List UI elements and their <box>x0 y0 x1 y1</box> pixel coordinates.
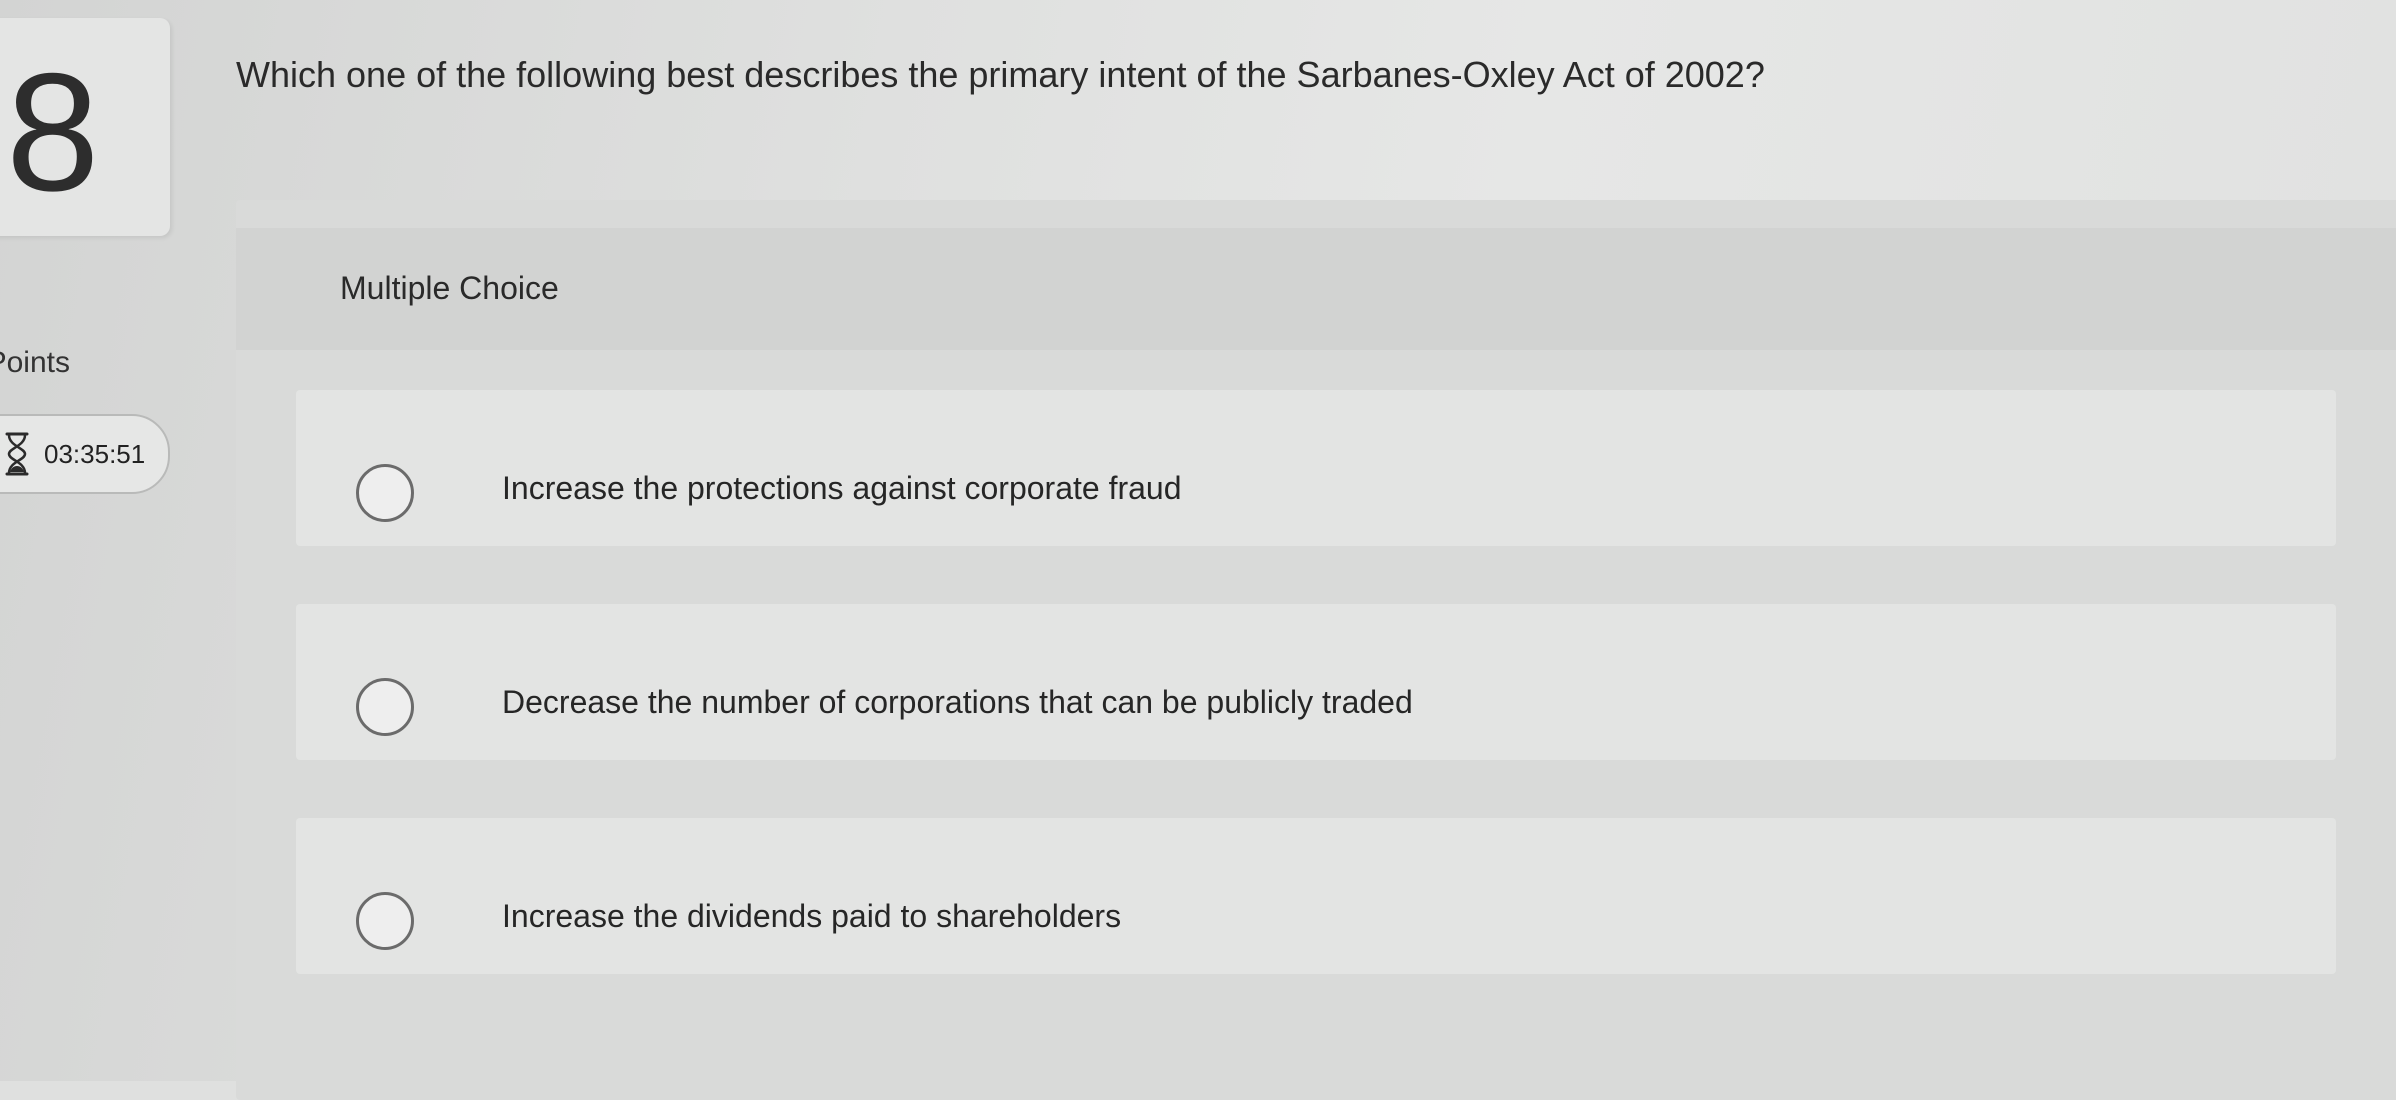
timer-text: 03:35:51 <box>44 438 146 469</box>
answer-option[interactable]: Increase the protections against corpora… <box>296 390 2336 546</box>
points-label: Points <box>0 346 70 379</box>
radio-unselected-icon[interactable] <box>356 678 414 736</box>
answer-option-label: Increase the dividends paid to sharehold… <box>502 898 1122 934</box>
answer-option[interactable]: Decrease the number of corporations that… <box>296 604 2336 760</box>
answer-option[interactable]: Increase the dividends paid to sharehold… <box>296 818 2336 974</box>
answer-panel-header <box>236 228 2396 350</box>
answer-options: Increase the protections against corpora… <box>296 390 2336 974</box>
question-number-card: 8 <box>0 18 170 236</box>
question-type-label: Multiple Choice <box>340 270 559 306</box>
hourglass-icon <box>5 432 29 476</box>
answer-option-label: Decrease the number of corporations that… <box>502 684 1413 720</box>
question-text: Which one of the following best describe… <box>236 54 1765 95</box>
radio-unselected-icon[interactable] <box>356 892 414 950</box>
question-number: 8 <box>6 38 100 226</box>
answer-panel: Multiple Choice Increase the protections… <box>236 200 2396 1100</box>
radio-unselected-icon[interactable] <box>356 464 414 522</box>
answer-option-label: Increase the protections against corpora… <box>502 470 1182 506</box>
timer-badge[interactable]: 03:35:51 <box>0 414 170 494</box>
